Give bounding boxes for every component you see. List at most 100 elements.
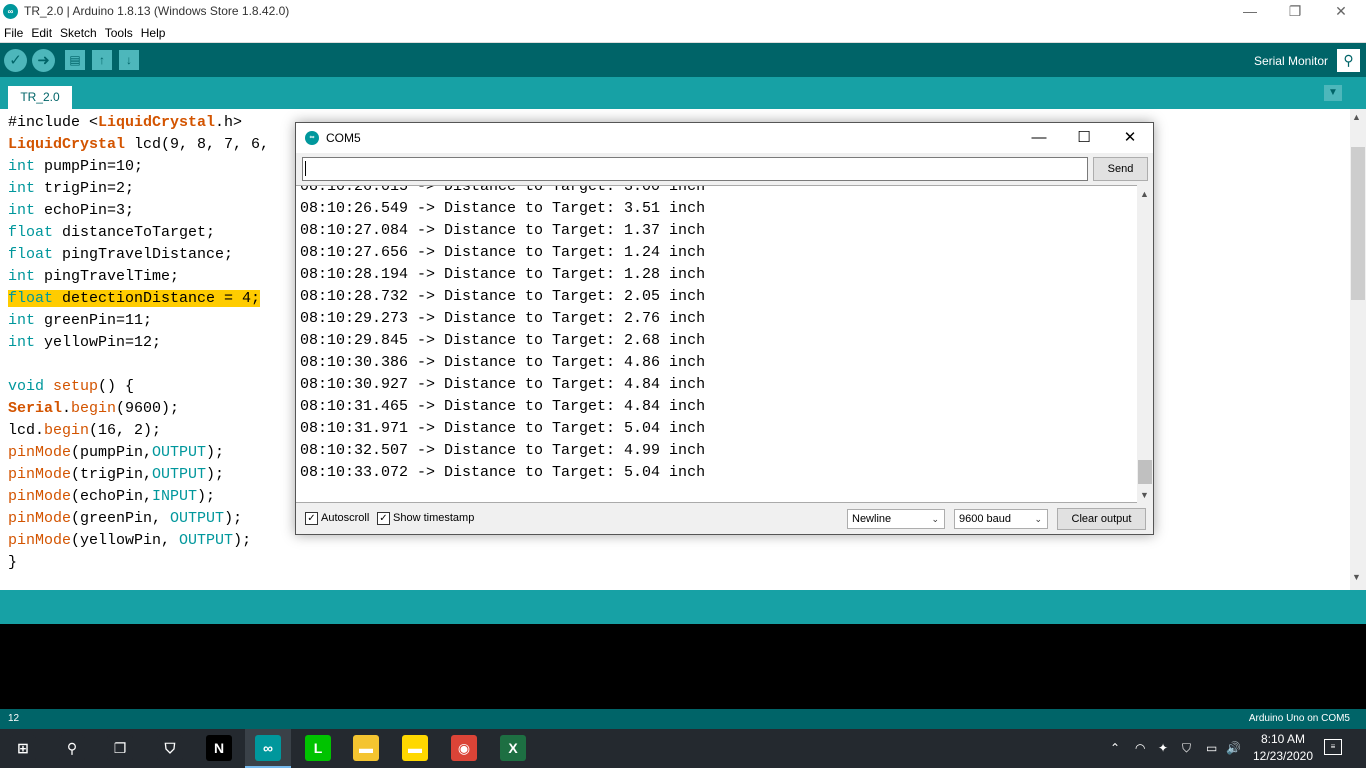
code-line[interactable]: float pingTravelDistance;	[8, 244, 233, 266]
open-sketch-button[interactable]: ↑	[92, 50, 112, 70]
security-tray-icon[interactable]: ⛉	[1182, 741, 1191, 756]
notifications-icon[interactable]: ≡	[1324, 739, 1342, 755]
code-line[interactable]: }	[8, 552, 17, 574]
clear-output-button[interactable]: Clear output	[1057, 508, 1146, 530]
serial-output-scrollbar-thumb[interactable]	[1138, 460, 1152, 484]
serial-minimize-button[interactable]: —	[1016, 125, 1062, 151]
code-token: yellowPin=12;	[35, 334, 162, 351]
menu-sketch[interactable]: Sketch	[56, 23, 101, 40]
console-output	[0, 624, 1366, 709]
tab-sketch[interactable]: TR_2.0	[8, 86, 72, 109]
arduino-icon[interactable]: ∞	[255, 735, 281, 761]
editor-scrollbar-thumb[interactable]	[1351, 147, 1365, 300]
scroll-down-arrow-icon[interactable]: ▼	[1352, 572, 1361, 582]
code-line[interactable]: LiquidCrystal lcd(9, 8, 7, 6,	[8, 134, 269, 156]
network-icon[interactable]: ◠	[1135, 741, 1145, 755]
code-line[interactable]: int pingTravelTime;	[8, 266, 179, 288]
code-line[interactable]: Serial.begin(9600);	[8, 398, 179, 420]
code-line[interactable]: int echoPin=3;	[8, 200, 134, 222]
close-button[interactable]: ✕	[1318, 0, 1364, 23]
task-view-icon[interactable]: ❐	[107, 735, 133, 761]
menu-edit[interactable]: Edit	[27, 23, 56, 40]
scroll-up-arrow-icon[interactable]: ▲	[1140, 189, 1149, 199]
menu-help[interactable]: Help	[137, 23, 170, 40]
code-line[interactable]: void setup() {	[8, 376, 134, 398]
code-line[interactable]: int yellowPin=12;	[8, 332, 161, 354]
new-sketch-button[interactable]: ▤	[65, 50, 85, 70]
chrome-icon[interactable]: ◉	[451, 735, 477, 761]
battery-icon[interactable]: ▭	[1206, 741, 1217, 755]
code-token: );	[206, 444, 225, 461]
code-line-content: int pumpPin=10;	[8, 158, 143, 175]
code-token: pumpPin=10;	[35, 158, 144, 175]
tab-menu-chevron-down-icon[interactable]: ▼	[1324, 85, 1342, 101]
code-token: OUTPUT	[179, 532, 234, 549]
serial-monitor-titlebar: ∞ COM5 — ☐ ✕	[296, 123, 1153, 153]
clock-date[interactable]: 12/23/2020	[1248, 749, 1318, 763]
code-token: pingTravelDistance;	[53, 246, 234, 263]
show-timestamp-checkbox[interactable]: ✓	[377, 512, 390, 525]
save-sketch-button[interactable]: ↓	[119, 50, 139, 70]
menu-tools[interactable]: Tools	[101, 23, 137, 40]
security-icon[interactable]: ⛉	[157, 735, 183, 761]
clock-time[interactable]: 8:10 AM	[1248, 732, 1318, 746]
code-token: distanceToTarget;	[53, 224, 216, 241]
serial-monitor-icon[interactable]: ⚲	[1337, 49, 1360, 72]
output-line: 08:10:26.549 -> Distance to Target: 3.51…	[300, 200, 706, 217]
serial-monitor-label: Serial Monitor	[1253, 54, 1328, 68]
search-icon[interactable]: ⚲	[59, 735, 85, 761]
code-token: begin	[71, 400, 117, 417]
serial-input-field[interactable]	[302, 157, 1088, 181]
minimize-button[interactable]: —	[1227, 0, 1273, 23]
sticky-notes-icon[interactable]: ▬	[402, 735, 428, 761]
netflix-icon[interactable]: N	[206, 735, 232, 761]
scroll-down-arrow-icon[interactable]: ▼	[1140, 490, 1149, 500]
code-token: float	[8, 246, 54, 263]
code-token: LiquidCrystal	[98, 114, 216, 131]
toolbar: ✓ ➜ ▤ ↑ ↓ Serial Monitor ⚲	[0, 43, 1366, 77]
autoscroll-label: Autoscroll	[321, 512, 370, 524]
code-line[interactable]: pinMode(yellowPin, OUTPUT);	[8, 530, 251, 552]
menu-file[interactable]: File	[0, 23, 27, 40]
line-icon[interactable]: L	[305, 735, 331, 761]
restore-button[interactable]: ❐	[1272, 0, 1318, 23]
code-line[interactable]: lcd.begin(16, 2);	[8, 420, 161, 442]
output-line: 08:10:27.656 -> Distance to Target: 1.24…	[300, 244, 706, 261]
code-line[interactable]: #include <LiquidCrystal.h>	[8, 112, 242, 134]
code-token: (echoPin,	[71, 488, 153, 505]
app-tray-icon[interactable]: ✦	[1158, 741, 1168, 755]
start-icon[interactable]: ⊞	[10, 735, 36, 761]
send-button[interactable]: Send	[1093, 157, 1148, 181]
verify-button[interactable]: ✓	[4, 49, 27, 72]
code-line[interactable]: float distanceToTarget;	[8, 222, 215, 244]
serial-maximize-button[interactable]: ☐	[1061, 125, 1107, 151]
code-token: );	[197, 488, 216, 505]
scroll-up-arrow-icon[interactable]: ▲	[1352, 112, 1361, 122]
code-token: OUTPUT	[152, 466, 207, 483]
serial-output-area[interactable]: 08:10:26.015 -> Distance to Target: 3.00…	[296, 185, 1153, 503]
code-line[interactable]: int pumpPin=10;	[8, 156, 143, 178]
output-line: 08:10:33.072 -> Distance to Target: 5.04…	[300, 464, 706, 481]
code-line-content: float detectionDistance = 4;	[8, 290, 261, 307]
serial-output-scrollbar[interactable]	[1137, 185, 1153, 503]
code-token: int	[8, 202, 36, 219]
code-token: () {	[98, 378, 135, 395]
code-token: .	[62, 400, 72, 417]
file-explorer-icon[interactable]: ▬	[353, 735, 379, 761]
autoscroll-checkbox[interactable]: ✓	[305, 512, 318, 525]
serial-close-button[interactable]: ✕	[1107, 125, 1153, 151]
code-line[interactable]: int trigPin=2;	[8, 178, 134, 200]
volume-icon[interactable]: 🔊	[1226, 741, 1241, 755]
output-line: 08:10:31.465 -> Distance to Target: 4.84…	[300, 398, 706, 415]
code-line[interactable]: pinMode(greenPin, OUTPUT);	[8, 508, 242, 530]
code-line[interactable]: pinMode(trigPin,OUTPUT);	[8, 464, 224, 486]
upload-button[interactable]: ➜	[32, 49, 55, 72]
code-line[interactable]: pinMode(echoPin,INPUT);	[8, 486, 215, 508]
baud-rate-select[interactable]: 9600 baud ⌄	[954, 509, 1048, 529]
line-ending-select[interactable]: Newline ⌄	[847, 509, 945, 529]
code-line[interactable]: int greenPin=11;	[8, 310, 152, 332]
excel-icon[interactable]: X	[500, 735, 526, 761]
code-line[interactable]: pinMode(pumpPin,OUTPUT);	[8, 442, 224, 464]
code-line[interactable]: float detectionDistance = 4;	[8, 288, 261, 310]
show-hidden-icons-icon[interactable]: ⌃	[1110, 741, 1120, 755]
